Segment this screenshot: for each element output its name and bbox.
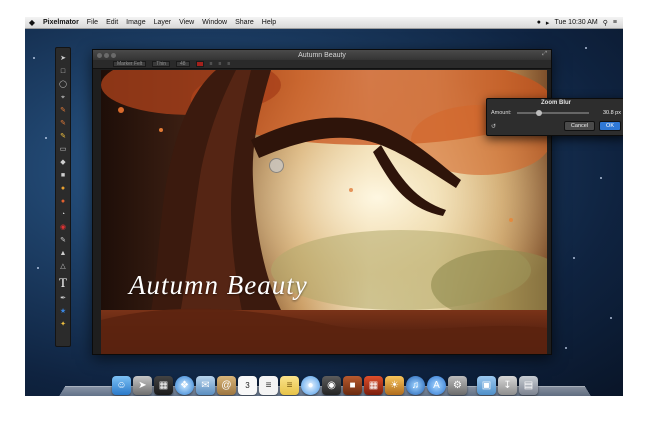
wifi-icon[interactable]: ● (537, 19, 541, 26)
zoom-blur-panel: Zoom Blur Amount: 30.8 px ↺ Cancel OK (486, 98, 623, 136)
fullscreen-icon[interactable]: ⤢ (542, 51, 547, 58)
type-icon[interactable]: T (57, 274, 69, 290)
star (45, 137, 47, 139)
folder-icon[interactable]: ▣ (477, 376, 496, 395)
cancel-button[interactable]: Cancel (563, 121, 596, 131)
clone-icon[interactable]: ✎ (57, 235, 69, 245)
pen-icon[interactable]: ✒ (57, 293, 69, 303)
amount-label: Amount: (491, 110, 512, 116)
menu-view[interactable]: View (175, 19, 198, 26)
panel-title: Zoom Blur (541, 100, 571, 106)
notes-icon[interactable]: ≡ (280, 376, 299, 395)
photo-booth-icon[interactable]: ■ (343, 376, 362, 395)
apple-icon[interactable]: ◆ (25, 18, 39, 27)
star (610, 317, 612, 319)
menu-layer[interactable]: Layer (150, 19, 176, 26)
tool-options-bar: Marker Felt Thin 48 ≡ ≡ ≡ (93, 60, 551, 69)
gradient-icon[interactable]: ■ (57, 170, 69, 180)
launchpad-icon[interactable]: ➤ (133, 376, 152, 395)
menu-app-name[interactable]: Pixelmator (39, 19, 83, 26)
menu-file[interactable]: File (83, 19, 102, 26)
facetime-icon[interactable]: ◉ (322, 376, 341, 395)
app-store-icon[interactable]: A (427, 376, 446, 395)
star (573, 257, 575, 259)
downloads-icon[interactable]: ↧ (498, 376, 517, 395)
iphoto-icon[interactable]: ☀ (385, 376, 404, 395)
star (565, 347, 567, 349)
lasso-icon[interactable]: ◯ (57, 79, 69, 89)
panel-buttons: ↺ Cancel OK (487, 118, 623, 131)
preferences-icon[interactable]: ⚙ (448, 376, 467, 395)
menu-window[interactable]: Window (198, 19, 231, 26)
amount-slider[interactable] (517, 110, 589, 116)
font-family-select[interactable]: Marker Felt (113, 61, 147, 67)
sharpen-icon[interactable]: △ (57, 261, 69, 271)
dodge-icon[interactable]: ◔ (57, 209, 69, 219)
bucket-icon[interactable]: ◆ (57, 157, 69, 167)
red-eye-icon[interactable]: ◉ (57, 222, 69, 232)
magic-wand-icon[interactable]: ✦ (57, 319, 69, 329)
star (33, 57, 35, 59)
messages-icon[interactable]: ● (301, 376, 320, 395)
finder-icon[interactable]: ☺ (112, 376, 131, 395)
mission-control-icon[interactable]: ▦ (154, 376, 173, 395)
tools-palette: ➤ □ ◯ ⌖ ✎ ✎ ✎ ▭ ◆ ■ ● ● ◔ ◉ ✎ ▲ △ T ✒ ★ … (55, 47, 71, 347)
sponge-icon[interactable]: ● (57, 196, 69, 206)
safari-icon[interactable]: ❖ (175, 376, 194, 395)
marquee-icon[interactable]: □ (57, 66, 69, 76)
itunes-icon[interactable]: ♫ (406, 376, 425, 395)
star (37, 267, 39, 269)
spotlight-icon[interactable]: ⚲ (603, 19, 608, 27)
window-titlebar[interactable]: Autumn Beauty ⤢ (93, 50, 551, 60)
star (585, 47, 587, 49)
mail-icon[interactable]: ✉ (196, 376, 215, 395)
align-right-icon[interactable]: ≡ (227, 61, 230, 67)
align-left-icon[interactable]: ≡ (210, 61, 213, 67)
arrow-icon[interactable]: ➤ (57, 53, 69, 63)
image-canvas[interactable]: Autumn Beauty (101, 70, 547, 354)
font-style-select[interactable]: Thin (152, 61, 171, 67)
clock[interactable]: Tue 10:30 AM (554, 19, 597, 26)
window-title: Autumn Beauty (298, 51, 346, 59)
reminders-icon[interactable]: ≡ (259, 376, 278, 395)
blur-icon[interactable]: ▲ (57, 248, 69, 258)
volume-icon[interactable]: ▸ (546, 19, 550, 27)
pencil-icon[interactable]: ✎ (57, 131, 69, 141)
menu-bar: ◆ Pixelmator File Edit Image Layer View … (25, 17, 623, 29)
contacts-icon[interactable]: @ (217, 376, 236, 395)
zoom-blur-center-handle[interactable] (269, 158, 284, 173)
dock: ☺ ➤ ▦ ❖ ✉ @ 3 ≡ ≡ ● ◉ ■ ▦ ☀ ♫ A ⚙ ▣ ↧ ▤ (75, 367, 575, 395)
ok-button[interactable]: OK (599, 121, 621, 131)
canvas-text-layer[interactable]: Autumn Beauty (129, 270, 308, 301)
star (600, 177, 602, 179)
brush-icon[interactable]: ✎ (57, 118, 69, 128)
menu-share[interactable]: Share (231, 19, 258, 26)
smudge-icon[interactable]: ● (57, 183, 69, 193)
menu-edit[interactable]: Edit (102, 19, 122, 26)
menu-extras: ● ▸ Tue 10:30 AM ⚲ ≡ (537, 19, 623, 27)
align-center-icon[interactable]: ≡ (219, 61, 222, 67)
menu-help[interactable]: Help (258, 19, 280, 26)
font-size-field[interactable]: 48 (176, 61, 190, 67)
notification-icon[interactable]: ≡ (613, 19, 617, 26)
eyedropper-icon[interactable]: ✎ (57, 105, 69, 115)
desktop: ◆ Pixelmator File Edit Image Layer View … (25, 17, 623, 396)
crop-icon[interactable]: ⌖ (57, 92, 69, 102)
document-window: Autumn Beauty ⤢ Marker Felt Thin 48 ≡ ≡ … (92, 49, 552, 355)
shape-star-icon[interactable]: ★ (57, 306, 69, 316)
menu-image[interactable]: Image (122, 19, 149, 26)
reset-icon[interactable]: ↺ (491, 123, 496, 130)
text-color-well[interactable] (195, 61, 204, 67)
autumn-photo (101, 70, 547, 354)
screenshot-frame: ◆ Pixelmator File Edit Image Layer View … (0, 0, 648, 423)
trash-icon[interactable]: ▤ (519, 376, 538, 395)
calendar-icon[interactable]: 3 (238, 376, 257, 395)
amount-slider-knob[interactable] (535, 110, 542, 116)
amount-value[interactable]: 30.8 px (593, 110, 621, 116)
eraser-icon[interactable]: ▭ (57, 144, 69, 154)
pixelmator-icon[interactable]: ▦ (364, 376, 383, 395)
amount-row: Amount: 30.8 px (487, 108, 623, 118)
